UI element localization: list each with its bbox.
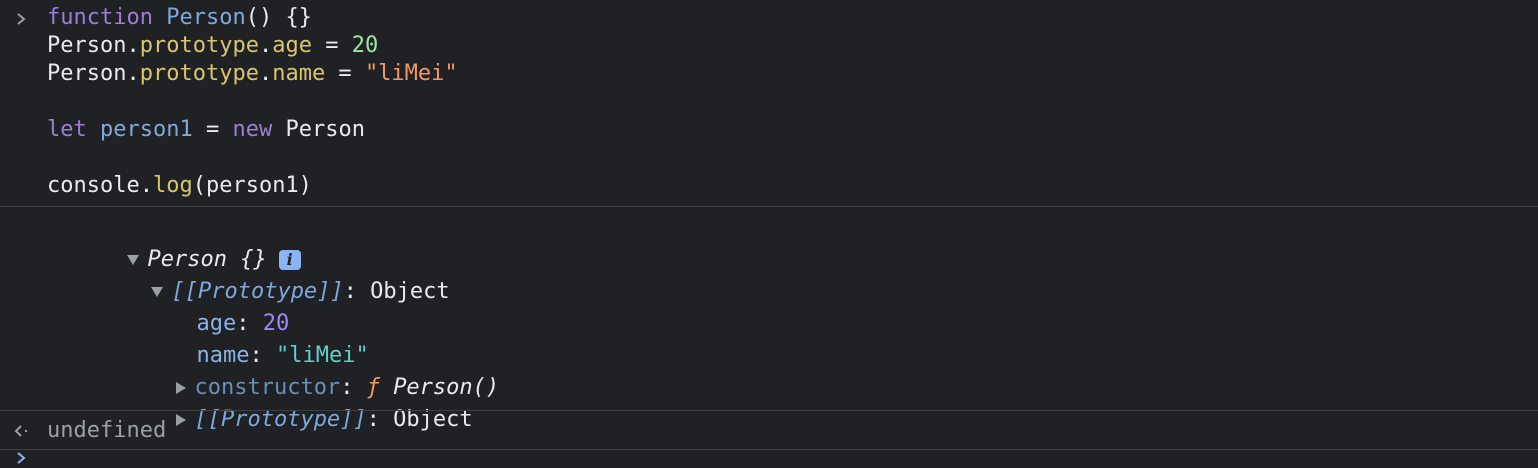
tree-constructor-row[interactable]: constructor: ƒ Person()	[97, 340, 499, 400]
code-token: .	[139, 173, 153, 198]
code-token: (person1)	[192, 173, 312, 198]
code-token: =	[311, 33, 352, 58]
code-token: Person	[47, 33, 127, 58]
code-token: new	[232, 117, 273, 142]
code-line: Person.prototype.age = 20	[47, 32, 458, 60]
code-token: function	[47, 5, 153, 30]
code-line: let person1 = new Person	[47, 116, 458, 144]
tree-age-row: age: 20	[117, 276, 289, 336]
tree-root-row[interactable]: Person {} i	[48, 212, 301, 272]
code-token: let	[47, 117, 87, 142]
entry-separator	[0, 449, 1538, 450]
code-line: console.log(person1)	[47, 172, 458, 200]
return-arrow-icon	[14, 425, 28, 437]
code-token: 20	[351, 33, 379, 58]
code-line: function Person() {}	[47, 4, 458, 32]
object-tree: Person {} i [[Prototype]]: Object age: 20…	[0, 208, 1538, 432]
prototype-value: Object	[370, 279, 450, 304]
code-token: =	[325, 61, 365, 86]
prototype-separator: :	[343, 279, 371, 304]
code-token: name	[272, 61, 326, 86]
code-token: "liMei"	[364, 61, 458, 86]
tree-prototype-row[interactable]: [[Prototype]]: Object	[72, 244, 450, 304]
entry-separator	[0, 206, 1538, 207]
code-token: Person	[166, 5, 246, 30]
code-token: log	[152, 173, 193, 198]
chevron-right-icon[interactable]	[14, 451, 28, 465]
code-line: Person.prototype.name = "liMei"	[47, 60, 458, 88]
tree-inner-prototype-row[interactable]: [[Prototype]]: Object	[97, 372, 473, 432]
code-token: () {}	[245, 5, 312, 30]
code-token: .	[126, 61, 140, 86]
console-result-entry: undefined	[0, 411, 1538, 449]
code-token: console	[47, 173, 140, 198]
code-token: .	[126, 33, 140, 58]
code-token: prototype	[139, 33, 259, 58]
code-token: .	[258, 33, 273, 58]
result-value: undefined	[47, 418, 167, 443]
code-token: Person	[47, 61, 127, 86]
devtools-console: function Person() {} Person.prototype.age…	[0, 0, 1538, 464]
chevron-right-icon	[17, 13, 26, 25]
code-token: age	[272, 33, 312, 58]
code-token: prototype	[139, 61, 259, 86]
console-input-entry: function Person() {} Person.prototype.age…	[0, 0, 1538, 206]
code-token: Person	[285, 117, 365, 142]
code-token: =	[192, 117, 233, 142]
code-token: .	[258, 61, 273, 86]
code-token: person1	[100, 117, 193, 142]
input-code[interactable]: function Person() {} Person.prototype.age…	[47, 4, 458, 200]
tree-name-row: name: "liMei"	[117, 308, 368, 368]
